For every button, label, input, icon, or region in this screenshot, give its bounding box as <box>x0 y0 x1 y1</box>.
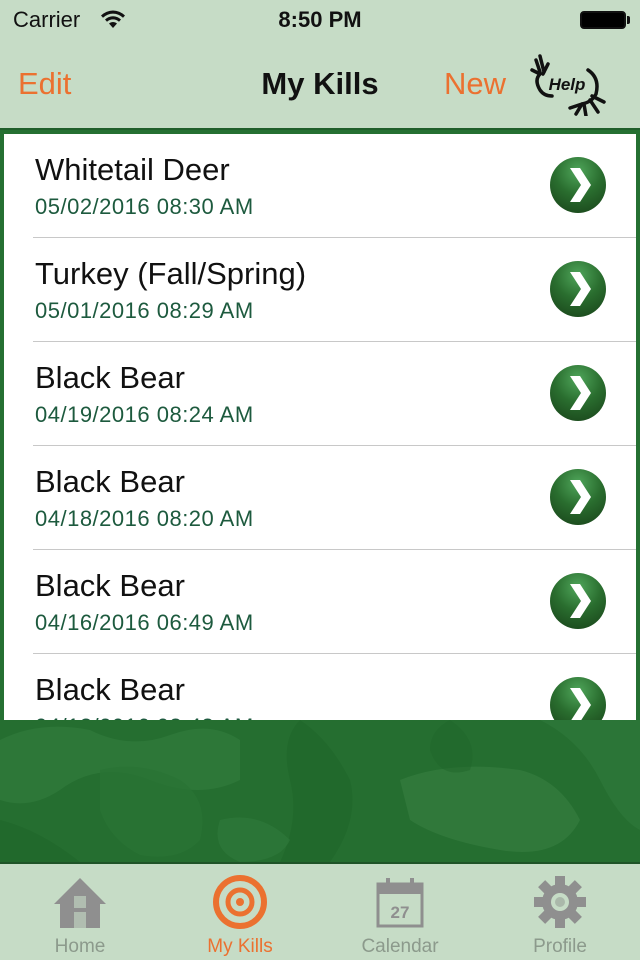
kill-species: Black Bear <box>35 672 185 707</box>
camo-background <box>0 720 640 862</box>
tab-home-label: Home <box>54 936 106 957</box>
kill-list-item[interactable]: Black Bear 04/16/2016 06:49 AM <box>4 550 636 654</box>
svg-text:Help: Help <box>549 75 586 94</box>
chevron-right-icon[interactable] <box>549 572 607 630</box>
tab-my-kills-label: My Kills <box>207 936 273 957</box>
kill-list-item[interactable]: Black Bear 04/18/2016 08:20 AM <box>4 446 636 550</box>
kill-datetime: 04/18/2016 08:20 AM <box>35 506 254 531</box>
chevron-right-icon[interactable] <box>549 676 607 720</box>
svg-text:27: 27 <box>391 903 410 922</box>
tab-my-kills[interactable]: My Kills <box>160 864 320 960</box>
help-antler-icon[interactable]: Help <box>526 50 610 116</box>
tab-calendar-label: Calendar <box>361 936 439 957</box>
kill-datetime: 05/01/2016 08:29 AM <box>35 298 254 323</box>
kill-list-item[interactable]: Black Bear04/13/2016 08:43 AM <box>4 654 636 720</box>
navigation-bar: Edit My Kills New Help <box>0 40 640 128</box>
new-button[interactable]: New <box>444 66 506 102</box>
chevron-right-icon[interactable] <box>549 468 607 526</box>
tab-home[interactable]: Home <box>0 864 160 960</box>
kill-species: Turkey (Fall/Spring) <box>35 256 307 291</box>
chevron-right-icon[interactable] <box>549 364 607 422</box>
kill-species: Black Bear <box>35 568 185 603</box>
status-bar: Carrier 8:50 PM <box>0 0 640 40</box>
home-icon <box>54 878 106 928</box>
kill-species: Whitetail Deer <box>35 152 230 187</box>
kills-list[interactable]: Whitetail Deer 05/02/2016 08:30 AM Turkey … <box>4 134 636 720</box>
status-time: 8:50 PM <box>278 7 362 32</box>
kill-list-item[interactable]: Turkey (Fall/Spring) 05/01/2016 08:29 AM <box>4 238 636 342</box>
kill-list-item[interactable]: Whitetail Deer 05/02/2016 08:30 AM <box>4 134 636 238</box>
kill-datetime: 05/02/2016 08:30 AM <box>35 194 254 219</box>
kill-datetime: 04/19/2016 08:24 AM <box>35 402 254 427</box>
tab-bar: Home My Kills 27 Calendar Profile <box>0 862 640 960</box>
tab-profile[interactable]: Profile <box>480 864 640 960</box>
kill-list-item[interactable]: Black Bear 04/19/2016 08:24 AM <box>4 342 636 446</box>
gear-icon <box>534 876 586 928</box>
tab-profile-label: Profile <box>533 936 587 957</box>
chevron-right-icon[interactable] <box>549 260 607 318</box>
chevron-right-icon[interactable] <box>549 156 607 214</box>
kill-species: Black Bear <box>35 464 185 499</box>
camo-pattern <box>0 720 640 862</box>
tab-calendar[interactable]: 27 Calendar <box>320 864 480 960</box>
calendar-icon: 27 <box>376 878 424 928</box>
battery-icon <box>580 11 630 29</box>
kill-species: Black Bear <box>35 360 185 395</box>
target-icon <box>213 875 267 929</box>
kill-datetime: 04/16/2016 06:49 AM <box>35 610 254 635</box>
